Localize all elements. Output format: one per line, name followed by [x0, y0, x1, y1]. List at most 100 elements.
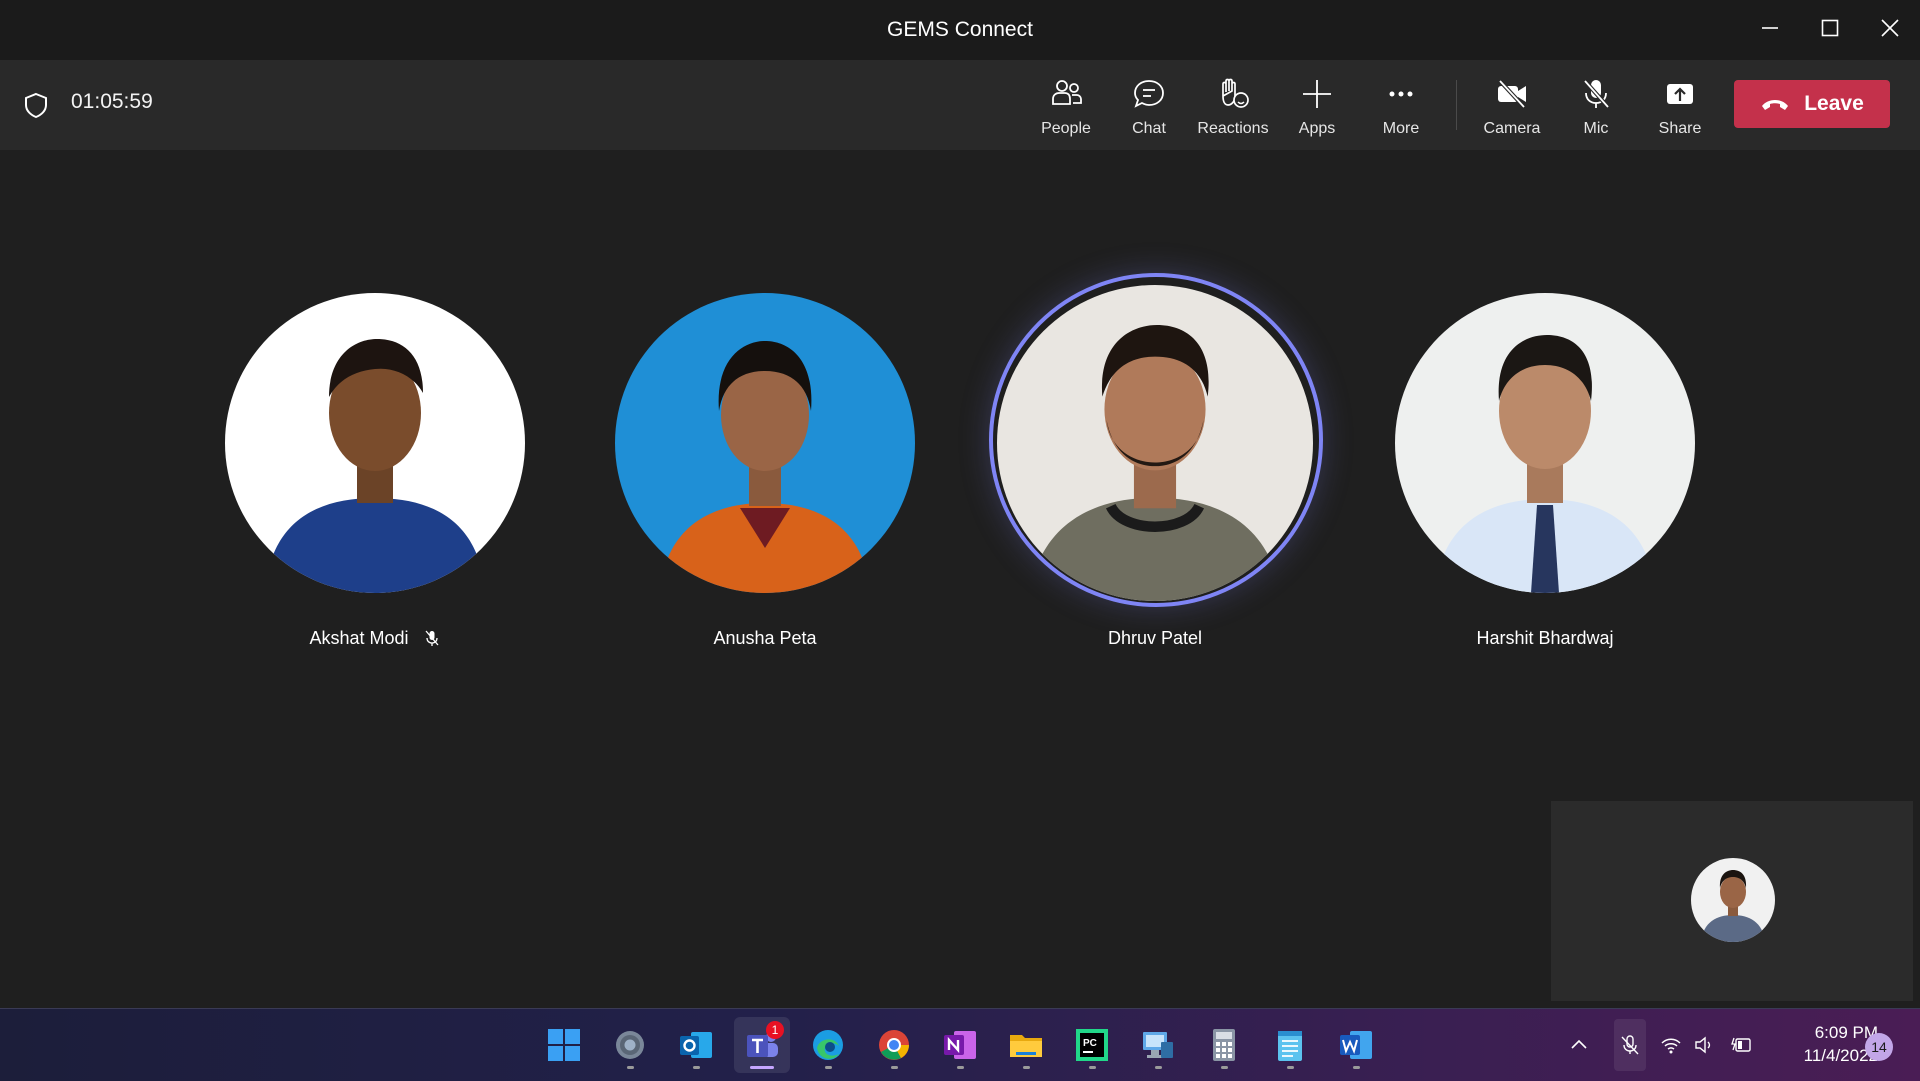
plus-icon	[1303, 80, 1331, 108]
running-indicator	[1353, 1066, 1360, 1069]
close-button[interactable]	[1860, 0, 1920, 56]
chevron-up-icon	[1571, 1039, 1587, 1049]
meeting-stage: Akshat Modi Anusha Peta Dhruv Patel Hars…	[0, 150, 1920, 1006]
onenote-icon	[944, 1031, 976, 1059]
notification-badge: 1	[766, 1021, 784, 1039]
taskbar-outlook[interactable]	[668, 1017, 724, 1073]
taskbar-start[interactable]	[536, 1017, 592, 1073]
notepad-icon	[1278, 1031, 1302, 1061]
taskbar-pycharm[interactable]: PC	[1064, 1017, 1120, 1073]
share-screen-icon	[1667, 84, 1693, 104]
running-indicator	[1287, 1066, 1294, 1069]
wifi-icon	[1661, 1038, 1681, 1054]
running-indicator	[750, 1066, 774, 1069]
participant-name: Dhruv Patel	[1107, 628, 1203, 648]
taskbar-teams[interactable]: 1	[734, 1017, 790, 1073]
people-icon	[1052, 80, 1082, 105]
minimize-button[interactable]	[1740, 0, 1800, 56]
share-button[interactable]: Share	[1638, 70, 1722, 142]
camera-off-icon	[1498, 79, 1526, 109]
svg-text:PC: PC	[1083, 1038, 1097, 1049]
running-indicator	[825, 1066, 832, 1069]
more-icon	[1389, 91, 1413, 97]
mic-label: Mic	[1583, 120, 1609, 137]
meeting-toolbar: 01:05:59 People Chat Reactions Apps More…	[0, 60, 1920, 150]
chat-icon	[1134, 80, 1164, 108]
start-icon	[548, 1029, 580, 1061]
taskbar-settings[interactable]	[602, 1017, 658, 1073]
taskbar-remote-desktop[interactable]	[1130, 1017, 1186, 1073]
taskbar-calculator[interactable]	[1196, 1017, 1252, 1073]
taskbar-clock[interactable]: 6:09 PM 11/4/2022	[1766, 1021, 1878, 1067]
camera-button[interactable]: Camera	[1470, 70, 1554, 142]
notification-center-badge[interactable]: 14	[1865, 1033, 1893, 1061]
avatar	[997, 285, 1313, 601]
reactions-icon	[1222, 78, 1249, 108]
more-label: More	[1382, 120, 1420, 137]
taskbar-onenote[interactable]	[932, 1017, 988, 1073]
mic-off-icon	[1621, 1035, 1639, 1055]
tray-overflow-button[interactable]	[1568, 1009, 1590, 1081]
toolbar-divider	[1456, 80, 1457, 130]
apps-button[interactable]: Apps	[1275, 70, 1359, 142]
clock-date: 11/4/2022	[1803, 1046, 1878, 1065]
running-indicator	[1221, 1066, 1228, 1069]
people-button[interactable]: People	[1024, 70, 1108, 142]
running-indicator	[1155, 1066, 1162, 1069]
running-indicator	[1023, 1066, 1030, 1069]
tray-wifi[interactable]	[1660, 1009, 1682, 1081]
reactions-label: Reactions	[1197, 120, 1269, 137]
taskbar-word[interactable]	[1328, 1017, 1384, 1073]
speaker-icon	[1695, 1036, 1711, 1054]
hang-up-icon	[1762, 100, 1789, 110]
taskbar-file-explorer[interactable]	[998, 1017, 1054, 1073]
maximize-icon	[1821, 19, 1839, 37]
self-view[interactable]	[1551, 801, 1913, 1001]
tray-volume[interactable]	[1693, 1009, 1715, 1081]
word-icon	[1340, 1031, 1372, 1059]
minimize-icon	[1762, 27, 1778, 29]
running-indicator	[891, 1066, 898, 1069]
mic-off-icon	[1583, 79, 1610, 109]
running-indicator	[627, 1066, 634, 1069]
close-icon	[1881, 19, 1899, 37]
mic-button[interactable]: Mic	[1554, 70, 1638, 142]
title-bar: GEMS Connect	[0, 0, 1920, 61]
taskbar-chrome[interactable]	[866, 1017, 922, 1073]
leave-label: Leave	[1804, 92, 1864, 115]
avatar	[615, 293, 915, 593]
share-label: Share	[1658, 120, 1702, 137]
window-title: GEMS Connect	[887, 18, 1033, 41]
avatar	[225, 293, 525, 593]
taskbar-notepad[interactable]	[1262, 1017, 1318, 1073]
mic-off-icon	[425, 630, 439, 646]
tray-mic-muted[interactable]	[1614, 1019, 1646, 1071]
running-indicator	[1089, 1066, 1096, 1069]
leave-button[interactable]: Leave	[1734, 80, 1890, 128]
participant-name: Harshit Bhardwaj	[1476, 628, 1614, 648]
file-explorer-icon	[1010, 1035, 1042, 1057]
chat-label: Chat	[1132, 120, 1166, 137]
chrome-icon	[879, 1030, 909, 1060]
chat-button[interactable]: Chat	[1107, 70, 1191, 142]
taskbar: 1 PC 6:09 PM 11/4/2022 14	[0, 1008, 1920, 1081]
apps-label: Apps	[1298, 120, 1336, 137]
participant-name: Anusha Peta	[713, 628, 817, 648]
avatar	[1395, 293, 1695, 593]
shield-icon	[25, 92, 47, 119]
running-indicator	[693, 1066, 700, 1069]
running-indicator	[957, 1066, 964, 1069]
remote-desktop-icon	[1143, 1032, 1173, 1058]
pycharm-icon: PC	[1076, 1029, 1108, 1061]
more-button[interactable]: More	[1359, 70, 1443, 142]
camera-label: Camera	[1483, 120, 1541, 137]
reactions-button[interactable]: Reactions	[1191, 70, 1275, 142]
edge-icon	[813, 1030, 843, 1060]
battery-charging-icon	[1731, 1037, 1751, 1052]
maximize-button[interactable]	[1800, 0, 1860, 56]
people-label: People	[1041, 120, 1091, 137]
clock-time: 6:09 PM	[1814, 1023, 1878, 1042]
participant-name-text: Akshat Modi	[309, 628, 409, 648]
tray-battery[interactable]	[1730, 1009, 1752, 1081]
taskbar-edge[interactable]	[800, 1017, 856, 1073]
